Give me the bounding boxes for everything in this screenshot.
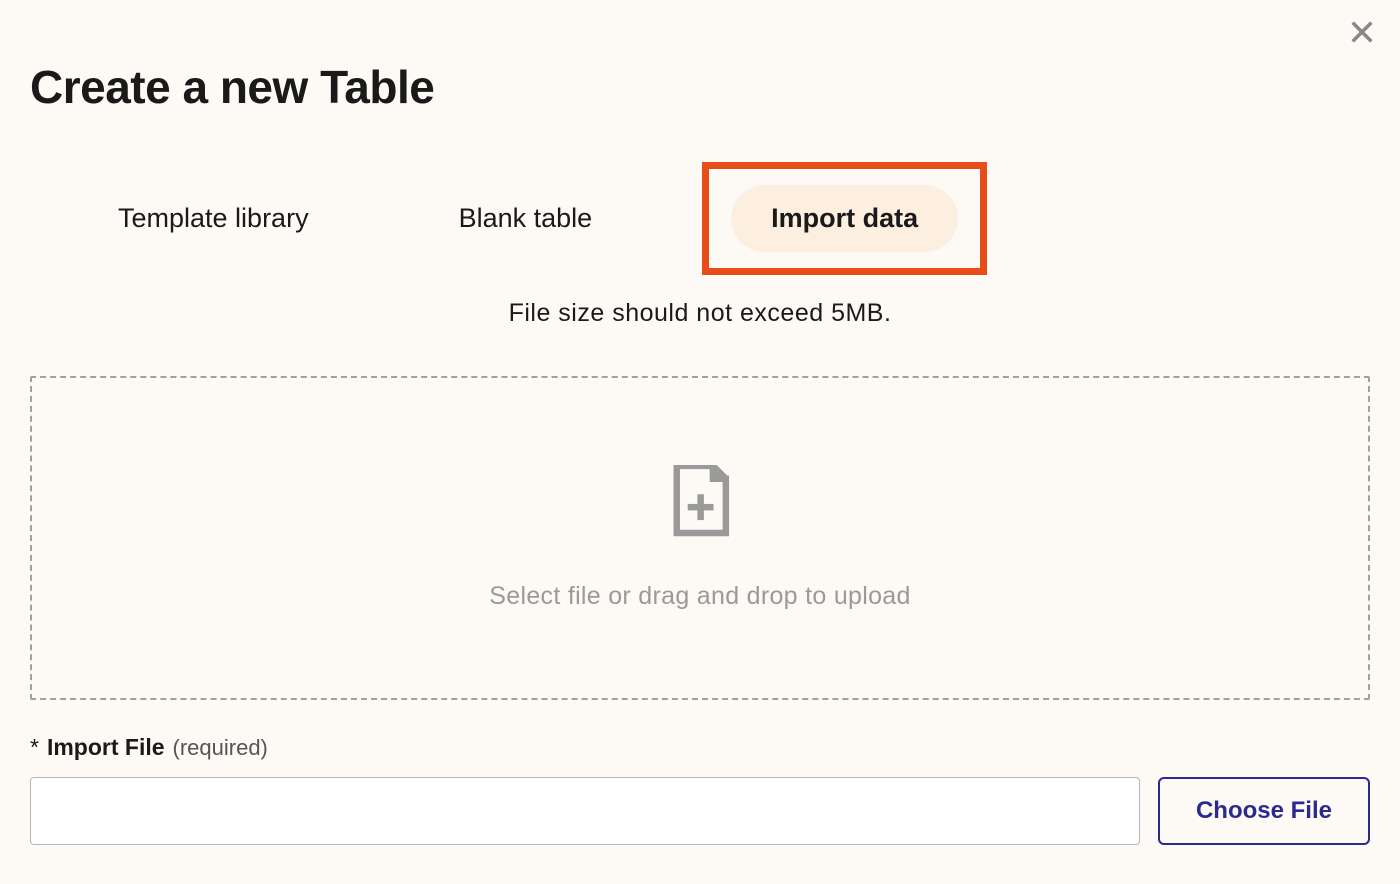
import-file-input[interactable]	[30, 777, 1140, 845]
required-asterisk: *	[30, 734, 39, 761]
tab-template-library[interactable]: Template library	[78, 185, 349, 252]
tabs: Template library Blank table Import data	[30, 162, 1370, 275]
close-button[interactable]	[1348, 18, 1376, 51]
page-title: Create a new Table	[30, 60, 1370, 114]
import-file-row: Choose File	[30, 777, 1370, 845]
file-dropzone[interactable]: Select file or drag and drop to upload	[30, 376, 1370, 700]
tab-import-data[interactable]: Import data	[731, 185, 958, 252]
close-icon	[1348, 18, 1376, 46]
tab-highlight: Import data	[702, 162, 987, 275]
import-file-label-text: Import File	[47, 734, 165, 761]
import-file-required-text: (required)	[173, 735, 268, 761]
dropzone-text: Select file or drag and drop to upload	[489, 582, 910, 611]
file-size-hint: File size should not exceed 5MB.	[30, 299, 1370, 328]
tab-blank-table[interactable]: Blank table	[419, 185, 633, 252]
import-file-label: * Import File (required)	[30, 734, 1370, 761]
choose-file-button[interactable]: Choose File	[1158, 777, 1370, 845]
modal-container: Create a new Table Template library Blan…	[0, 0, 1400, 875]
add-file-icon	[669, 465, 731, 544]
